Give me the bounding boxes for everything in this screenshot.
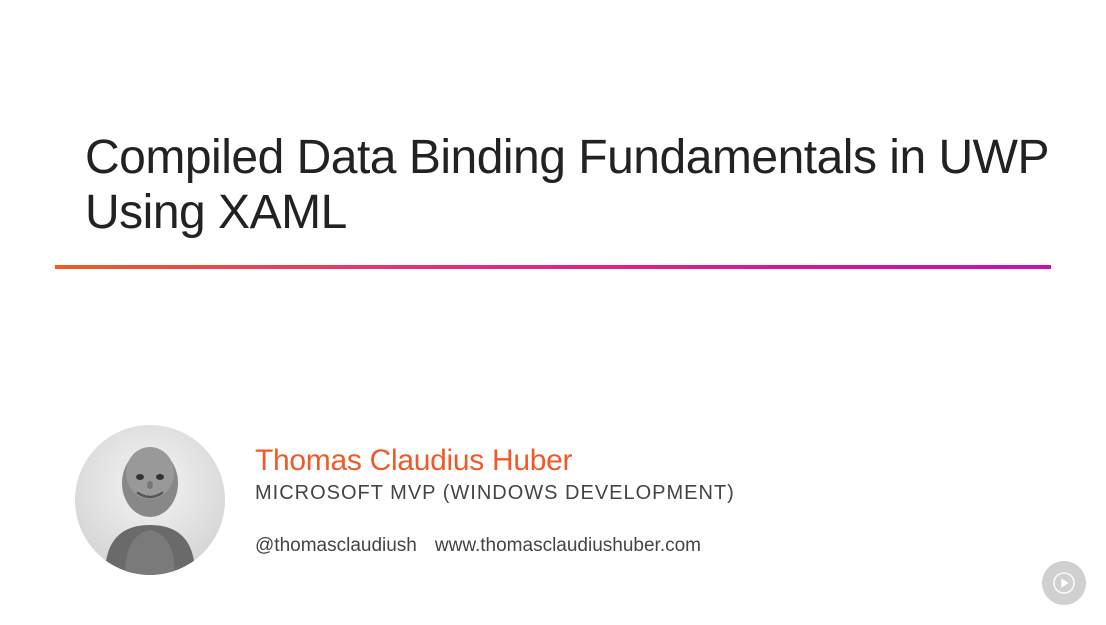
author-twitter: @thomasclaudiush bbox=[255, 535, 417, 557]
author-name: Thomas Claudius Huber bbox=[255, 444, 735, 478]
slide-container: Compiled Data Binding Fundamentals in UW… bbox=[0, 0, 1106, 625]
author-avatar bbox=[75, 425, 225, 575]
author-info: Thomas Claudius Huber MICROSOFT MVP (WIN… bbox=[255, 444, 735, 557]
avatar-icon bbox=[75, 425, 225, 575]
author-website: www.thomasclaudiushuber.com bbox=[435, 535, 701, 557]
author-links: @thomasclaudiush www.thomasclaudiushuber… bbox=[255, 535, 735, 557]
gradient-divider bbox=[55, 265, 1051, 269]
author-role: MICROSOFT MVP (WINDOWS DEVELOPMENT) bbox=[255, 482, 735, 505]
play-icon bbox=[1053, 572, 1075, 594]
title-section: Compiled Data Binding Fundamentals in UW… bbox=[0, 0, 1106, 240]
author-section: Thomas Claudius Huber MICROSOFT MVP (WIN… bbox=[75, 425, 735, 575]
play-button[interactable] bbox=[1042, 561, 1086, 605]
course-title: Compiled Data Binding Fundamentals in UW… bbox=[85, 130, 1051, 240]
